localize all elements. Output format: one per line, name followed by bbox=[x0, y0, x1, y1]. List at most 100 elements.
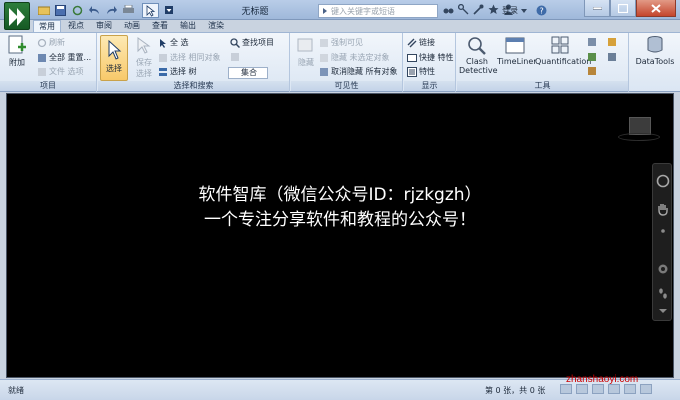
quantification-icon bbox=[550, 35, 570, 55]
tool-small-1[interactable] bbox=[587, 37, 597, 47]
selection-tree-button[interactable]: 选择 树 bbox=[158, 66, 197, 77]
select-mode-button[interactable] bbox=[142, 3, 159, 18]
group-project-label: 项目 bbox=[0, 81, 96, 91]
unhide-all-icon bbox=[319, 67, 329, 77]
search-arrow-icon bbox=[321, 7, 329, 18]
qat-dropdown-icon[interactable] bbox=[161, 3, 176, 17]
scene-viewport[interactable] bbox=[6, 93, 674, 378]
navisworks-logo-icon bbox=[9, 8, 25, 26]
properties-button[interactable]: 特性 bbox=[407, 66, 435, 77]
quantification-button[interactable]: Quantification bbox=[535, 35, 591, 66]
binoculars-icon[interactable] bbox=[443, 4, 454, 15]
links-label: 链接 bbox=[419, 38, 435, 47]
links-button[interactable]: 链接 bbox=[407, 37, 435, 48]
sheet-info: 第 0 张，共 0 张 bbox=[485, 386, 546, 395]
status-text: 就绪 bbox=[8, 386, 24, 395]
open-icon[interactable] bbox=[36, 3, 51, 17]
next-sheet-icon[interactable] bbox=[592, 384, 604, 394]
tool-small-4[interactable] bbox=[607, 37, 617, 47]
compare-icon bbox=[587, 37, 597, 47]
tab-output[interactable]: 输出 bbox=[175, 20, 201, 32]
require-label: 强制可见 bbox=[331, 38, 363, 47]
group-display-label: 显示 bbox=[404, 81, 455, 91]
prev-sheet-icon[interactable] bbox=[576, 384, 588, 394]
key-icon[interactable] bbox=[457, 3, 469, 15]
close-button[interactable] bbox=[636, 0, 676, 17]
quick-properties-label: 快捷 特性 bbox=[419, 53, 454, 62]
orbit-icon[interactable] bbox=[656, 262, 670, 276]
ribbon-tabs: 常用 视点 审阅 动画 查看 输出 渲染 bbox=[33, 20, 229, 32]
reset-all-label: 全部 重置... bbox=[49, 53, 92, 62]
quick-properties-icon bbox=[407, 53, 417, 63]
clash-detective-button[interactable]: Clash Detective bbox=[459, 35, 498, 75]
help-icon[interactable]: ? bbox=[536, 5, 547, 16]
reset-icon bbox=[37, 53, 47, 63]
properties-icon bbox=[407, 66, 417, 77]
quick-find-button[interactable] bbox=[230, 52, 240, 62]
cursor-icon bbox=[108, 39, 122, 60]
refresh-icon bbox=[37, 38, 47, 48]
minimize-button[interactable] bbox=[584, 0, 610, 17]
hide-unselected-button[interactable]: 隐藏 未选定对象 bbox=[319, 52, 390, 63]
refresh-label: 刷新 bbox=[49, 38, 65, 47]
find-items-button[interactable]: 查找项目 bbox=[230, 37, 274, 48]
reset-all-button[interactable]: 全部 重置... bbox=[37, 52, 91, 63]
tab-review[interactable]: 审阅 bbox=[91, 20, 117, 32]
search-input[interactable]: 键入关键字或短语 bbox=[318, 4, 438, 18]
refresh-button[interactable]: 刷新 bbox=[37, 37, 65, 48]
timeliner-label: TimeLiner bbox=[497, 57, 537, 66]
quantification-label: Quantification bbox=[535, 57, 592, 66]
datatools-button[interactable]: DataTools bbox=[632, 35, 678, 66]
redo-icon[interactable] bbox=[104, 3, 119, 17]
save-icon[interactable] bbox=[53, 3, 68, 17]
tab-render[interactable]: 渲染 bbox=[203, 20, 229, 32]
unhide-all-button[interactable]: 取消隐藏 所有对象 bbox=[319, 66, 398, 77]
file-options-icon bbox=[37, 67, 47, 77]
overlay-text-line2: 一个专注分享软件和教程的公众号！ bbox=[204, 210, 476, 230]
tab-viewpoint[interactable]: 视点 bbox=[63, 20, 89, 32]
hide-button[interactable]: 隐藏 bbox=[293, 35, 319, 68]
tools-icon[interactable] bbox=[473, 4, 484, 15]
zoom-dot-icon[interactable] bbox=[656, 224, 670, 238]
file-options-button[interactable]: 文件 选项 bbox=[37, 66, 84, 77]
refresh-icon[interactable] bbox=[70, 3, 85, 17]
memory-icon[interactable] bbox=[640, 384, 652, 394]
viewcube-compass-ring[interactable] bbox=[618, 133, 660, 141]
last-sheet-icon[interactable] bbox=[608, 384, 620, 394]
login-button[interactable]: 登录 ? bbox=[502, 5, 547, 16]
print-icon[interactable] bbox=[121, 3, 136, 17]
tool-small-3[interactable] bbox=[587, 66, 597, 76]
select-all-button[interactable]: 全 选 bbox=[158, 37, 189, 48]
save-selection-button[interactable]: 保存 选择 bbox=[131, 35, 157, 79]
quick-find-icon bbox=[230, 52, 240, 62]
search-placeholder: 键入关键字或短语 bbox=[331, 7, 395, 16]
timeliner-button[interactable]: TimeLiner bbox=[497, 35, 537, 66]
properties-label: 特性 bbox=[419, 67, 435, 76]
star-icon[interactable] bbox=[488, 4, 499, 15]
tab-home[interactable]: 常用 bbox=[33, 20, 61, 32]
select-button[interactable]: 选择 bbox=[100, 35, 128, 81]
file-options-label: 文件 选项 bbox=[49, 67, 84, 76]
group-visibility-label: 可见性 bbox=[291, 81, 402, 91]
navbar-options-icon[interactable] bbox=[656, 306, 670, 320]
first-sheet-icon[interactable] bbox=[560, 384, 572, 394]
pan-hand-icon[interactable] bbox=[656, 202, 670, 216]
undo-icon[interactable] bbox=[87, 3, 102, 17]
quick-properties-button[interactable]: 快捷 特性 bbox=[407, 52, 454, 63]
append-button[interactable]: 附加 bbox=[4, 35, 30, 68]
performance-icon[interactable] bbox=[624, 384, 636, 394]
tab-animation[interactable]: 动画 bbox=[119, 20, 145, 32]
app-logo-button[interactable] bbox=[4, 2, 30, 30]
select-same-label: 选择 相同对象 bbox=[170, 53, 221, 62]
appearance-icon bbox=[587, 52, 597, 62]
set-dropdown[interactable]: 集合 bbox=[228, 67, 268, 79]
tab-view[interactable]: 查看 bbox=[147, 20, 173, 32]
title-bar: 无标题 键入关键字或短语 登录 ? bbox=[0, 0, 680, 20]
maximize-button[interactable] bbox=[610, 0, 636, 17]
require-button[interactable]: 强制可见 bbox=[319, 37, 363, 48]
walk-icon[interactable] bbox=[656, 286, 670, 300]
tool-small-2[interactable] bbox=[587, 52, 597, 62]
steering-wheel-icon[interactable] bbox=[656, 174, 670, 188]
select-same-button[interactable]: 选择 相同对象 bbox=[158, 52, 221, 63]
tool-small-5[interactable] bbox=[607, 52, 617, 62]
